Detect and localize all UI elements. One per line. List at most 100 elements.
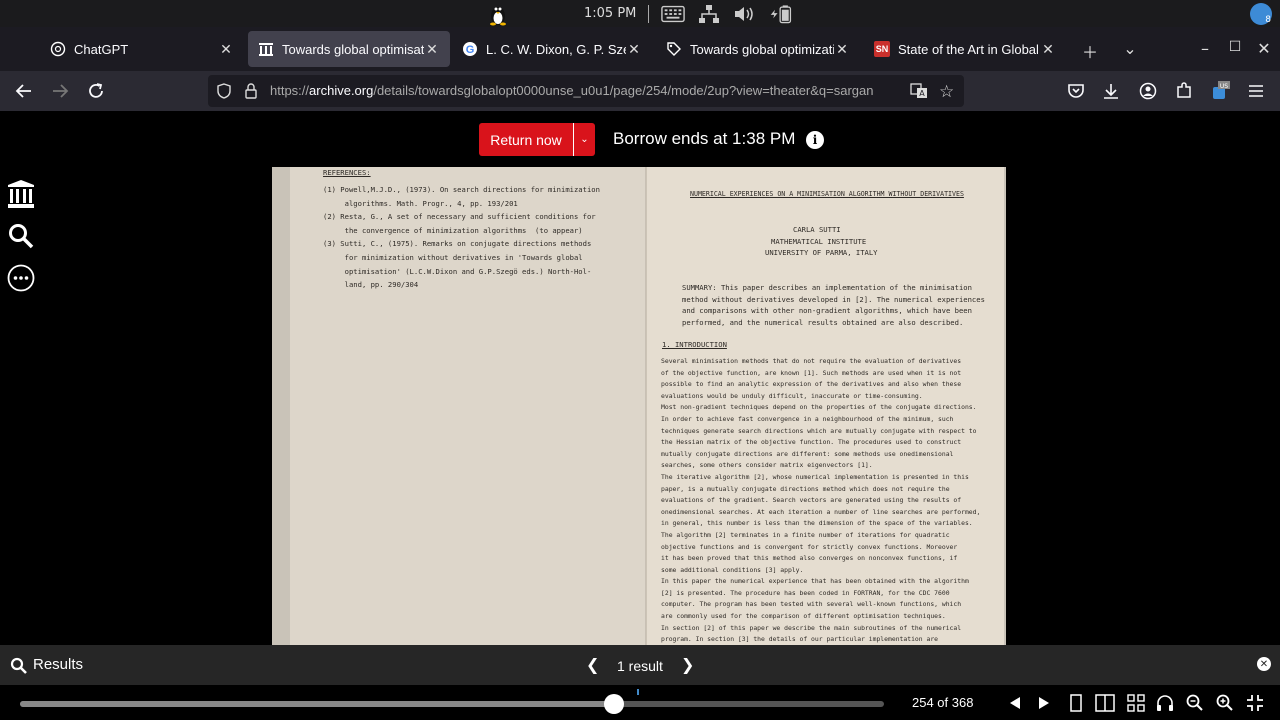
bookmark-star-icon[interactable]: ☆ [939, 82, 954, 102]
body-line: mutually conjugate directions are differ… [661, 449, 954, 458]
forward-icon[interactable] [49, 81, 71, 101]
page-number: 254 of 368 [912, 695, 974, 710]
previous-result-icon[interactable]: ❮ [586, 655, 599, 674]
close-window-icon[interactable]: ✕ [1254, 39, 1274, 58]
summary-line: and comparisons with other non-gradient … [682, 306, 972, 316]
references-heading: REFERENCES: [323, 168, 371, 177]
maximize-icon[interactable]: ☐ [1225, 39, 1245, 55]
summary-line: SUMMARY: This paper describes an impleme… [682, 283, 972, 292]
body-line: some additional conditions [3] apply. [661, 565, 804, 574]
next-result-icon[interactable]: ❯ [681, 655, 694, 674]
close-tab-icon[interactable]: ✕ [626, 41, 642, 58]
next-page-icon[interactable] [1034, 693, 1054, 713]
reload-icon[interactable] [85, 81, 107, 101]
reference-line: (1) Powell,M.J.D., (1973). On search dir… [323, 185, 600, 194]
info-icon[interactable]: i [806, 131, 824, 149]
page-slider[interactable] [20, 694, 884, 714]
page-slider-fill [20, 701, 614, 707]
tab-towards-global-optimisation[interactable]: Towards global optimisatio ✕ [248, 31, 450, 67]
two-page-view-icon[interactable] [1095, 693, 1115, 713]
tux-icon[interactable] [486, 4, 510, 25]
body-line: onedimensional searches. At each iterati… [661, 507, 981, 516]
body-line: are commonly used for the comparison of … [661, 612, 946, 621]
new-tab-icon[interactable]: ＋ [1080, 39, 1100, 63]
close-tab-icon[interactable]: ✕ [424, 41, 440, 58]
body-line: Several minimisation methods that do not… [661, 357, 962, 365]
paper-summary: SUMMARY: This paper describes an impleme… [682, 282, 985, 328]
more-options-icon[interactable] [6, 263, 36, 293]
reference-line: (3) Sutti, C., (1975). Remarks on conjug… [323, 239, 592, 249]
reference-line: the convergence of minimization algorith… [323, 225, 583, 235]
volume-icon[interactable] [733, 4, 757, 24]
summary-line: method without derivatives developed in … [682, 294, 985, 304]
tab-title: State of the Art in Global O [898, 41, 1040, 57]
clock[interactable]: 1:05 PM [584, 6, 636, 21]
url-bar[interactable]: https://archive.org/details/towardsgloba… [208, 75, 964, 107]
zoom-out-icon[interactable] [1185, 693, 1205, 713]
summary-line: performed, and the numerical results obt… [682, 317, 964, 327]
result-count: 1 result [617, 658, 663, 674]
search-icon[interactable] [10, 657, 28, 679]
menu-icon[interactable] [1245, 81, 1267, 101]
body-line: of the objective function, are known [1]… [661, 368, 962, 377]
pocket-icon[interactable] [1065, 81, 1087, 101]
borrow-bar: Return now ⌄ Borrow ends at 1:38 PM i [0, 111, 1280, 167]
results-label: Results [33, 656, 84, 673]
tab-chatgpt[interactable]: ChatGPT ✕ [40, 31, 244, 67]
section-heading: 1. INTRODUCTION [662, 340, 727, 349]
search-results-bar: Results ❮ 1 result ❯ ✕ [0, 645, 1280, 685]
thumbnail-view-icon[interactable] [1126, 693, 1146, 713]
body-line: The algorithm [2] terminates in a finite… [661, 530, 950, 539]
translate-icon[interactable]: A [910, 83, 928, 103]
svg-text:A: A [919, 89, 925, 98]
paper-university: UNIVERSITY OF PARMA, ITALY [765, 248, 878, 257]
chevron-down-icon: ⌄ [580, 134, 589, 145]
body-line: it has been proved that this method also… [661, 554, 958, 563]
close-tab-icon[interactable]: ✕ [834, 41, 850, 58]
battery-icon[interactable] [769, 4, 793, 24]
notification-badge[interactable]: 8 [1250, 3, 1272, 25]
tracking-shield-icon[interactable] [216, 83, 232, 103]
tab-state-of-the-art[interactable]: SN State of the Art in Global O ✕ [864, 31, 1066, 67]
language-extension-icon[interactable]: US [1209, 81, 1231, 101]
keyboard-icon[interactable] [661, 4, 686, 24]
lock-icon[interactable] [244, 83, 258, 103]
zoom-in-icon[interactable] [1215, 693, 1235, 713]
body-line: searches, some others consider matrix ei… [661, 461, 873, 470]
body-line: Most non-gradient techniques depend on t… [661, 403, 977, 412]
right-page[interactable]: NUMERICAL EXPERIENCES ON A MINIMISATION … [647, 167, 1004, 645]
book-nav-bar: 254 of 368 [0, 685, 1280, 720]
close-results-icon[interactable]: ✕ [1257, 657, 1271, 671]
close-tab-icon[interactable]: ✕ [218, 41, 234, 58]
exit-fullscreen-icon[interactable] [1245, 693, 1265, 713]
body-line: In order to achieve fast convergence in … [661, 414, 954, 423]
archive-library-icon[interactable] [6, 179, 36, 209]
one-page-view-icon[interactable] [1066, 693, 1086, 713]
svg-text:G: G [466, 44, 475, 56]
tab-title: ChatGPT [74, 41, 129, 57]
tab-towards-global-optimization[interactable]: Towards global optimizatio ✕ [656, 31, 860, 67]
book-viewer[interactable]: REFERENCES: (1) Powell,M.J.D., (1973). O… [272, 167, 1006, 645]
read-aloud-icon[interactable] [1155, 693, 1175, 713]
network-icon[interactable] [697, 4, 721, 24]
tab-title: Towards global optimizatio [690, 41, 834, 57]
search-icon[interactable] [6, 221, 36, 251]
list-tabs-icon[interactable]: ⌄ [1120, 39, 1140, 58]
back-icon[interactable] [13, 81, 35, 101]
body-line: techniques generate search directions wh… [661, 426, 977, 435]
close-tab-icon[interactable]: ✕ [1040, 41, 1056, 58]
return-options-dropdown[interactable]: ⌄ [573, 123, 595, 156]
tab-dixon-szego[interactable]: G L. C. W. Dixon, G. P. Szegö ✕ [452, 31, 652, 67]
search-hit-marker[interactable] [637, 689, 639, 695]
previous-page-icon[interactable] [1005, 693, 1025, 713]
system-bar: 1:05 PM 8 [0, 0, 1280, 27]
extensions-icon[interactable] [1173, 81, 1195, 101]
page-slider-handle[interactable] [604, 694, 624, 714]
tab-title: L. C. W. Dixon, G. P. Szegö [486, 41, 626, 57]
return-now-button[interactable]: Return now [479, 123, 573, 156]
account-icon[interactable] [1137, 81, 1159, 101]
url-text[interactable]: https://archive.org/details/towardsgloba… [270, 83, 902, 98]
minimize-icon[interactable]: – [1195, 39, 1215, 58]
downloads-icon[interactable] [1100, 81, 1122, 101]
left-page[interactable]: REFERENCES: (1) Powell,M.J.D., (1973). O… [290, 167, 647, 645]
